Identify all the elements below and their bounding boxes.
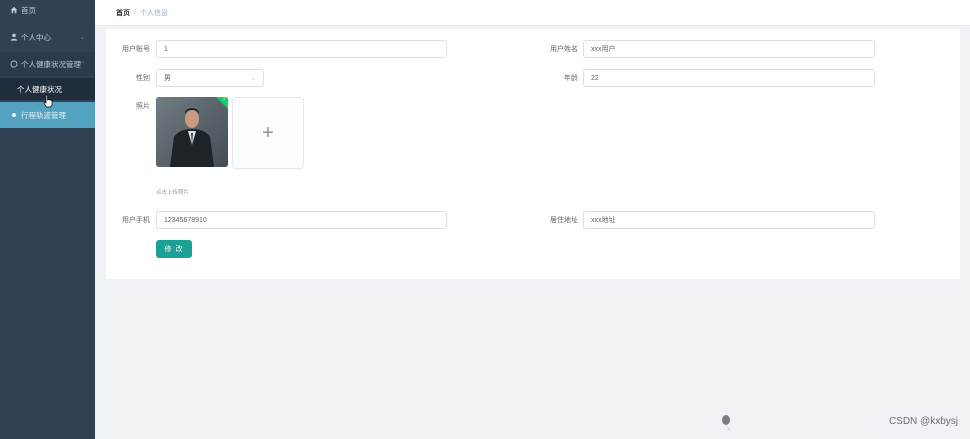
account-value: 1 [164, 45, 168, 53]
app-layout: 首页 个人中心 ⌄ 个人健康状况管理 ⌃ 个人健康状况 行程轨迹管理 首页 / … [0, 0, 970, 439]
gender-label: 性别 [136, 75, 150, 82]
watermark: CSDN @kxbysj [888, 416, 958, 427]
sidebar-item-home[interactable]: 首页 [0, 0, 95, 20]
dot-icon [9, 112, 18, 118]
plus-icon: + [262, 121, 274, 144]
gender-value: 男 [164, 75, 171, 82]
phone-label: 用户手机 [122, 217, 150, 224]
chevron-down-icon: ⌄ [79, 34, 85, 41]
account-field[interactable]: 1 [156, 40, 447, 58]
account-label: 用户账号 [122, 46, 150, 53]
name-field[interactable]: xxx用户 [583, 40, 875, 58]
phone-value: 12345678910 [164, 216, 207, 224]
mouse-icon [720, 414, 732, 432]
sidebar-item-label: 个人健康状况 [17, 84, 62, 94]
sidebar: 首页 个人中心 ⌄ 个人健康状况管理 ⌃ 个人健康状况 行程轨迹管理 [0, 0, 95, 439]
name-value: xxx用户 [591, 46, 616, 53]
address-value: xxx地址 [591, 217, 616, 224]
phone-field[interactable]: 12345678910 [156, 211, 447, 229]
hand-pointer-icon [43, 94, 53, 108]
breadcrumb-home[interactable]: 首页 [116, 8, 130, 18]
check-icon: ✓ [222, 97, 227, 102]
home-icon [9, 6, 18, 14]
upload-tip: 点击上传照片 [156, 190, 190, 196]
chat-icon [9, 60, 18, 68]
photo-label: 照片 [136, 103, 150, 110]
sidebar-item-label: 个人中心 [21, 32, 51, 42]
upload-photo-button[interactable]: + [232, 97, 304, 169]
chevron-up-icon: ⌃ [79, 61, 85, 68]
breadcrumb: 首页 / 个人信息 [95, 0, 970, 26]
breadcrumb-current: 个人信息 [139, 9, 168, 17]
age-label: 年龄 [564, 75, 578, 82]
main-content: 首页 / 个人信息 用户账号 1 用户姓名 xxx用户 性别 男 ⌄ 年龄 22 [95, 0, 970, 439]
sidebar-item-personal-center[interactable]: 个人中心 ⌄ [0, 26, 95, 48]
user-icon [9, 33, 18, 41]
sidebar-item-label: 首页 [21, 5, 36, 15]
age-value: 22 [591, 74, 599, 82]
address-label: 居住地址 [550, 217, 578, 224]
submit-button[interactable]: 修 改 [156, 240, 192, 258]
sidebar-item-label: 个人健康状况管理 [21, 59, 81, 69]
sidebar-item-label: 行程轨迹管理 [21, 110, 66, 120]
name-label: 用户姓名 [550, 46, 578, 53]
profile-form: 用户账号 1 用户姓名 xxx用户 性别 男 ⌄ 年龄 22 照片 ✓ + 点击… [106, 29, 960, 279]
breadcrumb-separator: / [134, 9, 136, 16]
address-field[interactable]: xxx地址 [583, 211, 875, 229]
chevron-down-icon: ⌄ [250, 76, 256, 82]
gender-select[interactable]: 男 ⌄ [156, 69, 264, 87]
sidebar-item-health-management[interactable]: 个人健康状况管理 ⌃ [0, 52, 95, 76]
user-photo[interactable]: ✓ [156, 97, 228, 167]
age-field[interactable]: 22 [583, 69, 875, 87]
